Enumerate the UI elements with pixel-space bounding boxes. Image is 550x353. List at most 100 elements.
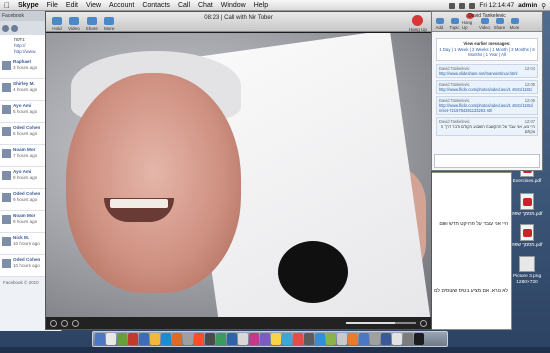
dock-app-icon[interactable] [315,333,325,345]
dock-app-icon[interactable] [392,333,402,345]
message-time: 12:05 [524,81,535,87]
bottom-strip [0,347,550,353]
menu-account[interactable]: Account [105,2,138,9]
earlier-links[interactable]: 1 Day | 1 Week | 2 Weeks | 1 Month | 3 M… [439,47,535,58]
feed-item-name[interactable]: Oded Cohen [13,125,40,130]
dock-app-icon[interactable] [216,333,226,345]
dock-app-icon[interactable] [359,333,369,345]
desktop-icon-pdf[interactable]: מסמך שפה.pdf [508,224,546,249]
feed-item-time: 10 hours ago [13,262,40,268]
menu-view[interactable]: View [82,2,105,9]
battery-icon[interactable] [469,2,476,9]
message-text[interactable]: http://www.flickr.com/photos/oded.aso/1 … [439,87,535,92]
video-feed[interactable] [46,33,431,318]
dock-app-icon[interactable] [260,333,270,345]
wifi-icon[interactable] [449,2,456,9]
chat-input[interactable] [434,154,540,168]
earlier-messages: View earlier messages: 1 Day | 1 Week | … [436,38,538,61]
add-button[interactable]: Add [432,18,447,30]
menu-window[interactable]: Window [217,2,250,9]
dock-app-icon[interactable] [238,333,248,345]
feed-item-text: Ayo Ami 5 hours ago [13,103,37,114]
dock-app-icon[interactable] [370,333,380,345]
volume-slider[interactable] [346,322,416,324]
dock-app-icon[interactable] [117,333,127,345]
dock-app-icon[interactable] [150,333,160,345]
dock-app-icon[interactable] [172,333,182,345]
dock-app-icon[interactable] [205,333,215,345]
button-label: Share [493,25,506,30]
menu-app[interactable]: Skype [14,2,43,9]
menu-help[interactable]: Help [250,2,272,9]
dock-app-icon[interactable] [128,333,138,345]
dock-app-icon[interactable] [249,333,259,345]
dock-app-icon[interactable] [183,333,193,345]
message-text[interactable]: http://www.flickr.com/photos/oded.aso/1 … [439,103,535,113]
desktop-icon-image[interactable]: Picture 3.png 1280×720 [508,256,546,285]
feed-item-name[interactable]: Noam Mor [13,147,35,152]
feed-item-name[interactable]: Oded Cohen [13,191,40,196]
topic-button[interactable]: Topic [447,18,462,30]
dock-app-icon[interactable] [381,333,391,345]
dock-app-icon[interactable] [227,333,237,345]
menu-call[interactable]: Call [174,2,194,9]
dock [92,331,448,347]
menu-contacts[interactable]: Contacts [138,2,174,9]
dock-app-icon[interactable] [348,333,358,345]
chat-more-button[interactable]: More [507,18,522,30]
volume-icon[interactable] [459,2,466,9]
feed-item-name[interactable]: Ayo Ami [13,103,31,108]
feed-item-name[interactable]: Oded Cohen [13,257,40,262]
chat-video-button[interactable]: Video [477,18,492,30]
feed-item-text: Nick M. 10 hours ago [13,235,40,246]
feed-item-name[interactable]: Noam Mor [13,213,35,218]
button-label: More [509,25,520,30]
menu-file[interactable]: File [43,2,62,9]
dock-app-icon[interactable] [414,333,424,345]
pip-icon[interactable] [61,319,68,327]
feed-item-time: 5 hours ago [13,108,38,114]
menu-chat[interactable]: Chat [194,2,217,9]
dock-app-icon[interactable] [161,333,171,345]
dock-app-icon[interactable] [403,333,413,345]
message-time: 12:07 [524,118,535,124]
icon-label: Exercises.pdf [512,179,542,184]
icon-label: Picture 3.png 1280×720 [512,274,542,285]
dock-app-icon[interactable] [293,333,303,345]
dock-app-icon[interactable] [282,333,292,345]
desktop-icon-pdf[interactable]: מסמך שפה.pdf [508,193,546,218]
chat-message: David Tankelevic 12:05 http://www.flickr.c… [436,79,538,94]
dock-app-icon[interactable] [304,333,314,345]
apple-icon[interactable]:  [0,1,14,10]
spotlight-icon[interactable]: ⚲ [541,2,546,10]
dock-app-icon[interactable] [337,333,347,345]
dock-app-icon[interactable] [106,333,116,345]
fullscreen-icon[interactable] [50,319,57,327]
pdf-icon [520,193,534,210]
forward-icon[interactable] [11,24,18,32]
dock-app-icon[interactable] [326,333,336,345]
feed-item-name[interactable]: Shirley M. [13,81,35,86]
feed-item-name[interactable]: Raphael [13,59,31,64]
menu-edit[interactable]: Edit [62,2,82,9]
feed-item-time: 9 hours ago [13,218,38,224]
dock-app-icon[interactable] [139,333,149,345]
speaker-icon[interactable] [420,319,427,327]
dock-app-icon[interactable] [271,333,281,345]
chat-title: David Tankelevic [468,13,506,19]
dock-app-icon[interactable] [194,333,204,345]
menubar-extras: Fri 12:14:47 admin ⚲ [449,0,546,11]
clock[interactable]: Fri 12:14:47 [479,2,514,9]
user-name[interactable]: admin [518,2,537,9]
back-icon[interactable] [2,24,9,32]
black-dot [278,241,348,303]
button-label: Hang Up [408,27,427,32]
button-label: Add [435,25,444,30]
feed-item-name[interactable]: Ayo Ami [13,169,31,174]
mute-icon[interactable] [72,319,79,327]
feed-item-name[interactable]: Nick M. [13,235,29,240]
dock-app-icon[interactable] [95,333,105,345]
chat-share-button[interactable]: Share [492,18,507,30]
hang-up-button[interactable]: Hang Up [409,15,427,32]
message-text[interactable]: http://www.slideshare.net/marwentinov.ht… [439,71,535,76]
